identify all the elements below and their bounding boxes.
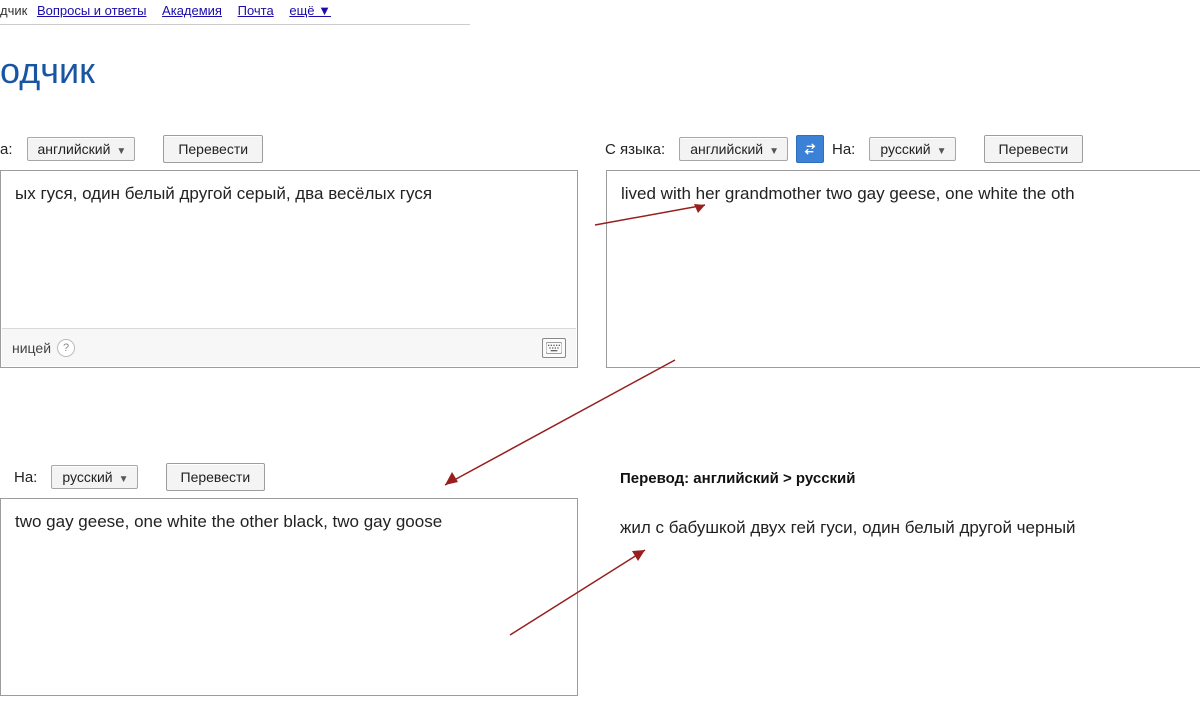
- to-lang-select-3[interactable]: русский ▼: [51, 465, 137, 489]
- to-lang-select-2[interactable]: русский ▼: [869, 137, 955, 161]
- to-lang-value-3: русский: [62, 469, 112, 485]
- from-lang-select[interactable]: английский ▼: [679, 137, 788, 161]
- to-lang-label-2: На:: [832, 141, 855, 158]
- arrow-3: [500, 540, 660, 650]
- to-lang-label: а:: [0, 141, 13, 158]
- from-lang-label: С языка:: [605, 141, 665, 158]
- to-lang-value: английский: [38, 141, 111, 157]
- nav-item-more[interactable]: ещё ▼: [289, 3, 331, 18]
- to-lang-select[interactable]: английский ▼: [27, 137, 136, 161]
- panel3-controls: На: русский ▼ Перевести: [14, 463, 265, 491]
- chevron-down-icon: ▼: [116, 146, 126, 157]
- chevron-down-icon: ▼: [119, 474, 129, 485]
- source-textarea-1[interactable]: ых гуся, один белый другой серый, два ве…: [0, 170, 578, 368]
- help-icon[interactable]: ?: [57, 339, 75, 357]
- source-text-3: two gay geese, one white the other black…: [1, 499, 577, 546]
- result-text: жил с бабушкой двух гей гуси, один белый…: [620, 518, 1076, 538]
- source-textarea-3[interactable]: two gay geese, one white the other black…: [0, 498, 578, 696]
- source-text-1: ых гуся, один белый другой серый, два ве…: [1, 171, 577, 218]
- top-nav: дчик Вопросы и ответы Академия Почта ещё…: [0, 3, 337, 18]
- nav-item-qa[interactable]: Вопросы и ответы: [37, 3, 146, 18]
- panel2-controls: С языка: английский ▼ На: русский ▼ Переве…: [605, 135, 1083, 163]
- chevron-down-icon: ▼: [937, 146, 947, 157]
- swap-languages-button[interactable]: [796, 135, 824, 163]
- from-lang-value: английский: [690, 141, 763, 157]
- to-lang-label-3: На:: [14, 469, 37, 486]
- translate-button-1[interactable]: Перевести: [163, 135, 263, 163]
- hint-text: ницей: [12, 340, 51, 356]
- panel1-controls: а: английский ▼ Перевести: [0, 135, 263, 163]
- nav-divider: [0, 24, 470, 25]
- arrow-2: [430, 350, 690, 500]
- translate-button-3[interactable]: Перевести: [166, 463, 266, 491]
- translate-button-2[interactable]: Перевести: [984, 135, 1084, 163]
- chevron-down-icon: ▼: [769, 146, 779, 157]
- to-lang-value-2: русский: [880, 141, 930, 157]
- nav-item-mail[interactable]: Почта: [238, 3, 274, 18]
- nav-item-translator[interactable]: дчик: [0, 3, 27, 18]
- app-title: одчик: [0, 50, 95, 92]
- nav-item-academy[interactable]: Академия: [162, 3, 222, 18]
- arrow-1: [590, 195, 720, 245]
